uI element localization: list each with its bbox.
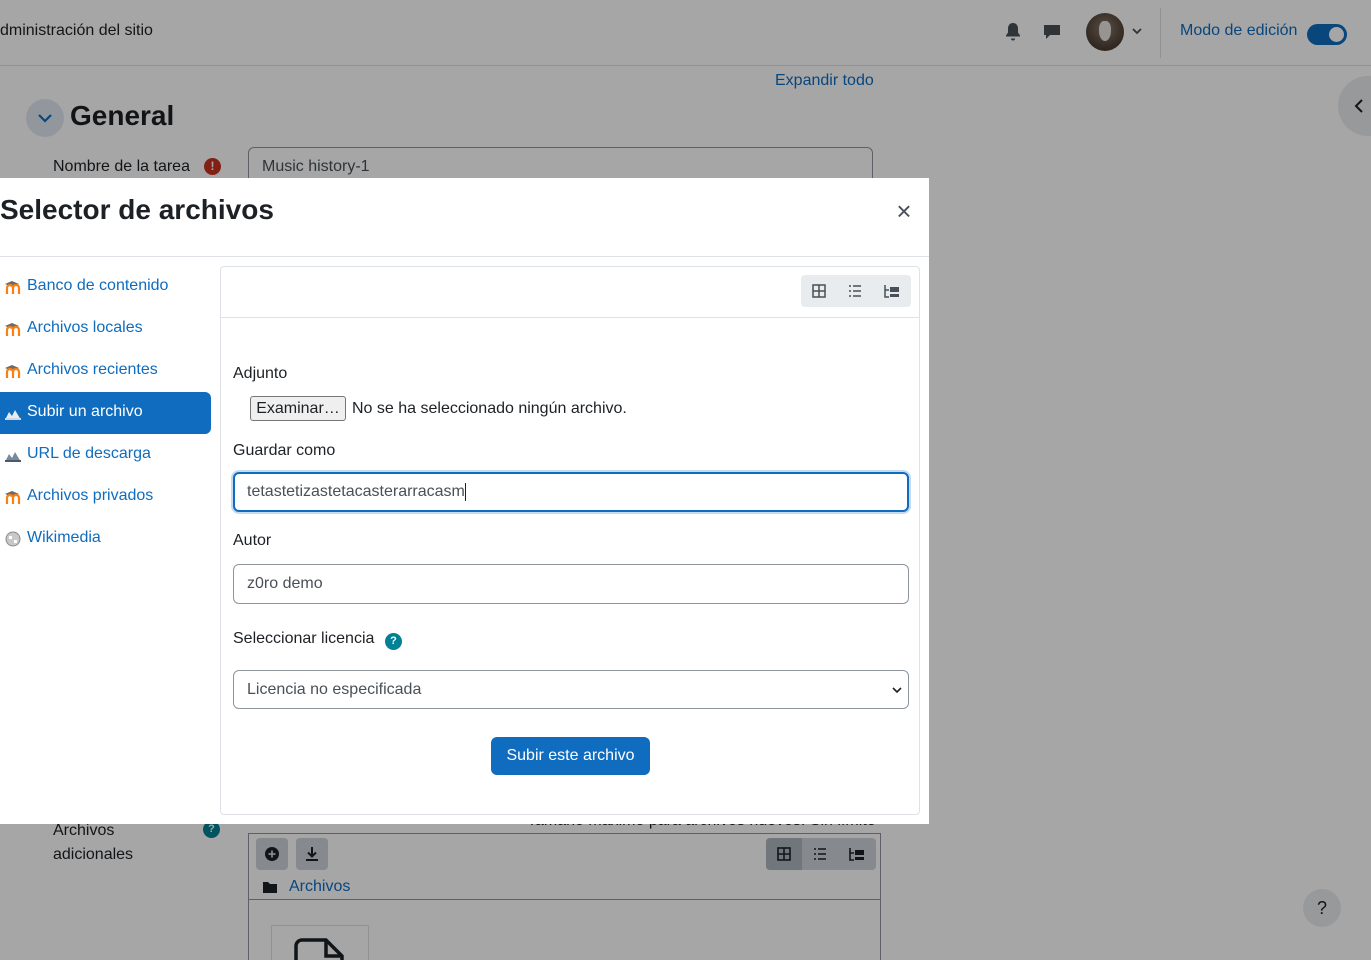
- file-picker-dialog: Selector de archivos × Banco de contenid…: [0, 178, 929, 824]
- repository-item-wikimedia[interactable]: Wikimedia: [0, 518, 211, 560]
- upload-file-button[interactable]: Subir este archivo: [491, 737, 650, 775]
- moodle-icon: [4, 279, 22, 295]
- dialog-title: Selector de archivos: [0, 194, 274, 225]
- save-as-label: Guardar como: [233, 442, 336, 459]
- text-caret: [464, 482, 466, 501]
- icon-view-button[interactable]: [801, 275, 837, 307]
- moodle-icon: [4, 363, 22, 379]
- license-select[interactable]: Licencia no especificada: [233, 670, 909, 709]
- author-input[interactable]: z0ro demo: [233, 564, 909, 604]
- repository-item-url-download[interactable]: URL de descarga: [0, 434, 211, 476]
- save-as-input[interactable]: tetastetizastetacasterarracasm: [233, 472, 909, 512]
- list-view-button[interactable]: [837, 275, 873, 307]
- help-icon[interactable]: ?: [385, 633, 402, 650]
- save-as-value: tetastetizastetacasterarracasm: [247, 483, 465, 500]
- repository-item-content-bank[interactable]: Banco de contenido: [0, 266, 211, 308]
- license-label: Seleccionar licencia: [233, 630, 375, 647]
- repository-item-local-files[interactable]: Archivos locales: [0, 308, 211, 350]
- upload-icon: [4, 405, 22, 421]
- moodle-icon: [4, 489, 22, 505]
- divider: [221, 317, 919, 318]
- repository-item-recent-files[interactable]: Archivos recientes: [0, 350, 211, 392]
- author-label: Autor: [233, 532, 272, 549]
- divider: [0, 256, 929, 257]
- tree-view-button[interactable]: [873, 275, 909, 307]
- repository-item-upload-file[interactable]: Subir un archivo: [0, 392, 211, 434]
- attachment-label: Adjunto: [233, 365, 288, 382]
- url-download-icon: [4, 447, 22, 463]
- chevron-down-icon: [892, 687, 902, 694]
- grid-icon: [812, 284, 826, 298]
- repository-item-private-files[interactable]: Archivos privados: [0, 476, 211, 518]
- browse-button[interactable]: Examinar…: [250, 396, 346, 421]
- no-file-selected-text: No se ha seleccionado ningún archivo.: [352, 400, 627, 417]
- close-icon[interactable]: ×: [893, 198, 915, 224]
- moodle-icon: [4, 321, 22, 337]
- tree-icon: [884, 285, 899, 298]
- list-icon: [849, 285, 861, 297]
- upload-panel: Adjunto Examinar… No se ha seleccionado …: [220, 266, 920, 815]
- view-toggle: [801, 275, 911, 307]
- wikimedia-icon: [4, 531, 22, 547]
- license-selected-value: Licencia no especificada: [247, 681, 422, 698]
